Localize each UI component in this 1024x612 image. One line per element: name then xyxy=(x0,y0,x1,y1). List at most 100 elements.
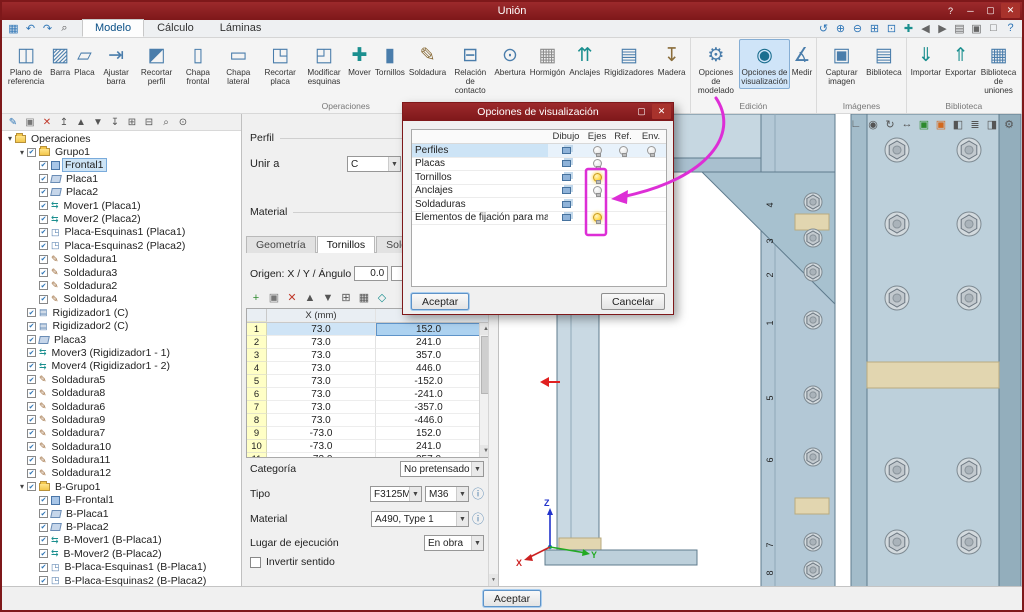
collapse-all-icon[interactable]: ⊟ xyxy=(141,115,157,130)
tree-item-mover1-placa1[interactable]: ✔⇆Mover1 (Placa1) xyxy=(2,199,241,212)
app-grid-icon[interactable]: ▦ xyxy=(6,21,21,36)
ribbon-button-anclajes[interactable]: ⇈Anclajes xyxy=(567,39,602,80)
tree-item-soldadura11[interactable]: ✔✎Soldadura11 xyxy=(2,453,241,466)
move-top-icon[interactable]: ↥ xyxy=(56,115,72,130)
add-row-icon[interactable]: + xyxy=(248,290,264,305)
ribbon-button-importar[interactable]: ⇓Importar xyxy=(909,39,943,80)
tree-item-rigidizador2-c[interactable]: ✔▤Rigidizador2 (C) xyxy=(2,319,241,332)
x-cell[interactable]: 73.0 xyxy=(267,336,376,349)
tab-láminas[interactable]: Láminas xyxy=(207,19,275,37)
tipo-select[interactable]: F3125M▼ xyxy=(370,486,422,502)
tree-item-checkbox[interactable]: ✔ xyxy=(27,362,36,371)
zoom-out-icon[interactable]: ⊖ xyxy=(850,21,865,36)
draw-layer-icon[interactable] xyxy=(562,147,571,154)
tree-item-soldadura12[interactable]: ✔✎Soldadura12 xyxy=(2,467,241,480)
help-icon[interactable]: ? xyxy=(1003,21,1018,36)
pan-icon[interactable]: ↔ xyxy=(900,117,914,131)
ribbon-button-placa[interactable]: ▱Placa xyxy=(72,39,96,80)
zoom-window-icon[interactable]: ⊞ xyxy=(867,21,882,36)
titlebar[interactable]: Unión ?─▢✕ xyxy=(2,2,1022,20)
tree-item-checkbox[interactable]: ✔ xyxy=(39,509,48,518)
redo-icon[interactable]: ↷ xyxy=(40,21,55,36)
tree-item-soldadura8[interactable]: ✔✎Soldadura8 xyxy=(2,386,241,399)
material-select[interactable]: A490, Type 1▼ xyxy=(371,511,469,527)
bulb-off-icon[interactable] xyxy=(619,146,628,155)
y-cell[interactable]: 241.0 xyxy=(376,336,481,349)
y-cell[interactable]: -357.0 xyxy=(376,401,481,414)
tree-item-placa3[interactable]: ✔Placa3 xyxy=(2,333,241,346)
x-cell[interactable]: 73.0 xyxy=(267,349,376,362)
tree-item-checkbox[interactable]: ✔ xyxy=(27,456,36,465)
visibility-row-anclajes[interactable]: Anclajes xyxy=(412,185,666,199)
close-button[interactable]: ✕ xyxy=(1001,3,1020,18)
ribbon-button-tornillos[interactable]: ▮Tornillos xyxy=(373,39,407,80)
orbit-icon[interactable]: ↻ xyxy=(883,117,897,131)
tree-item-placa2[interactable]: ✔Placa2 xyxy=(2,186,241,199)
tree-item-checkbox[interactable]: ✔ xyxy=(39,215,48,224)
tab-modelo[interactable]: Modelo xyxy=(82,19,144,37)
x-cell[interactable]: 73.0 xyxy=(267,414,376,427)
tree-item-checkbox[interactable]: ✔ xyxy=(27,322,36,331)
orbit-icon[interactable]: ↺ xyxy=(816,21,831,36)
x-cell[interactable]: 73.0 xyxy=(267,362,376,375)
pan-icon[interactable]: ✚ xyxy=(901,21,916,36)
copy-row-icon[interactable]: ▣ xyxy=(266,290,282,305)
bulb-on-icon[interactable] xyxy=(593,173,602,182)
ribbon-button-capturar-imagen[interactable]: ▣Capturar imagen xyxy=(819,39,864,89)
tree-item-checkbox[interactable]: ✔ xyxy=(39,295,48,304)
tree-item-b-grupo1[interactable]: ▾✔B-Grupo1 xyxy=(2,480,241,493)
edit-icon[interactable]: ✎ xyxy=(5,115,21,130)
tree-item-soldadura2[interactable]: ✔✎Soldadura2 xyxy=(2,279,241,292)
info-icon[interactable]: ⓘ xyxy=(472,488,484,500)
ribbon-button-recortar-placa[interactable]: ◳Recortar placa xyxy=(258,39,302,89)
tab-tornillos[interactable]: Tornillos xyxy=(317,236,376,253)
ribbon-button-chapa-lateral[interactable]: ▭Chapa lateral xyxy=(218,39,258,89)
undo-icon[interactable]: ↶ xyxy=(23,21,38,36)
categoría-select[interactable]: No pretensado▼ xyxy=(400,461,484,477)
tree-item-b-placa2[interactable]: ✔B-Placa2 xyxy=(2,520,241,533)
draw-layer-icon[interactable] xyxy=(562,174,571,181)
tree-item-soldadura1[interactable]: ✔✎Soldadura1 xyxy=(2,253,241,266)
layers-icon[interactable]: ≣ xyxy=(968,117,982,131)
print-icon[interactable]: ▤ xyxy=(952,21,967,36)
tree-item-placa-esquinas2-placa2[interactable]: ✔◳Placa-Esquinas2 (Placa2) xyxy=(2,239,241,252)
tree-item-checkbox[interactable]: ✔ xyxy=(39,241,48,250)
visibility-icon[interactable]: ◉ xyxy=(866,117,880,131)
row-up-icon[interactable]: ▲ xyxy=(302,290,318,305)
tree-item-soldadura10[interactable]: ✔✎Soldadura10 xyxy=(2,440,241,453)
tree-item-soldadura6[interactable]: ✔✎Soldadura6 xyxy=(2,400,241,413)
tree-item-checkbox[interactable]: ✔ xyxy=(39,563,48,572)
invertir-checkbox[interactable] xyxy=(250,557,261,568)
y-cell[interactable]: -241.0 xyxy=(376,388,481,401)
tree-item-checkbox[interactable]: ✔ xyxy=(27,415,36,424)
tree-item-checkbox[interactable]: ✔ xyxy=(27,429,36,438)
tree-item-checkbox[interactable]: ✔ xyxy=(27,389,36,398)
bulb-on-icon[interactable] xyxy=(593,213,602,222)
tree-item-mover2-placa2[interactable]: ✔⇆Mover2 (Placa2) xyxy=(2,212,241,225)
expander-icon[interactable]: ▾ xyxy=(17,148,27,157)
tree-item-soldadura5[interactable]: ✔✎Soldadura5 xyxy=(2,373,241,386)
scroll-down-icon[interactable]: ▼ xyxy=(489,574,498,586)
window-icon[interactable]: □ xyxy=(986,21,1001,36)
tree-item-checkbox[interactable]: ✔ xyxy=(39,228,48,237)
y-cell[interactable]: 357.0 xyxy=(376,349,481,362)
y-cell[interactable]: 152.0 xyxy=(376,323,481,336)
tree-item-soldadura9[interactable]: ✔✎Soldadura9 xyxy=(2,413,241,426)
ribbon-button-madera[interactable]: ↧Madera xyxy=(656,39,688,80)
ribbon-button-modificar-esquinas[interactable]: ◰Modificar esquinas xyxy=(302,39,346,89)
dialog-cancel-button[interactable]: Cancelar xyxy=(601,293,665,310)
ribbon-button-mover[interactable]: ✚Mover xyxy=(346,39,373,80)
table-icon[interactable]: ⊞ xyxy=(338,290,354,305)
minimize-button[interactable]: ─ xyxy=(961,3,980,18)
ribbon-button-biblioteca-de-uniones[interactable]: ▦Biblioteca de uniones xyxy=(978,39,1019,98)
draw-layer-icon[interactable] xyxy=(562,201,571,208)
ribbon-button-rigidizadores[interactable]: ▤Rigidizadores xyxy=(602,39,656,80)
ribbon-button-hormigón[interactable]: ▦Hormigón xyxy=(528,39,568,80)
lugar-de-ejecución-select[interactable]: En obra▼ xyxy=(424,535,484,551)
bulb-off-icon[interactable] xyxy=(593,159,602,168)
tree-item-frontal1[interactable]: ✔Frontal1 xyxy=(2,159,241,172)
tree-item-checkbox[interactable]: ✔ xyxy=(27,375,36,384)
ribbon-button-opciones-de-modelado[interactable]: ⚙Opciones de modelado xyxy=(693,39,740,98)
tab-geometría[interactable]: Geometría xyxy=(246,236,316,253)
iso-view-icon[interactable]: ◧ xyxy=(951,117,965,131)
